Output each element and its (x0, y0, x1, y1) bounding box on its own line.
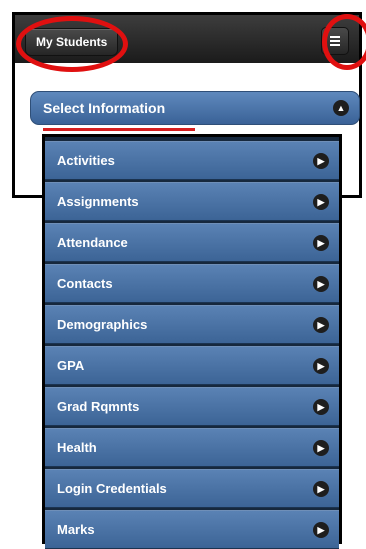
chevron-right-icon: ▶ (313, 522, 329, 538)
menu-button[interactable] (321, 27, 349, 55)
menu-item-login-credentials[interactable]: Login Credentials ▶ (45, 469, 339, 508)
my-students-button[interactable]: My Students (25, 28, 119, 56)
menu-item-label: Grad Rqmnts (57, 399, 140, 414)
select-information-collapsible[interactable]: Select Information ▲ (30, 91, 360, 125)
select-information-label: Select Information (43, 100, 166, 116)
chevron-right-icon: ▶ (313, 481, 329, 497)
menu-item-grad-rqmnts[interactable]: Grad Rqmnts ▶ (45, 387, 339, 426)
select-information-menu: Activities ▶ Assignments ▶ Attendance ▶ … (42, 134, 342, 549)
menu-item-label: GPA (57, 358, 85, 373)
menu-item-label: Activities (57, 153, 115, 168)
chevron-right-icon: ▶ (313, 235, 329, 251)
menu-item-health[interactable]: Health ▶ (45, 428, 339, 467)
annotation-underline (43, 128, 195, 131)
menu-item-label: Marks (57, 522, 95, 537)
menu-item-gpa[interactable]: GPA ▶ (45, 346, 339, 385)
menu-item-assignments[interactable]: Assignments ▶ (45, 182, 339, 221)
menu-item-label: Health (57, 440, 97, 455)
hamburger-menu-icon (330, 36, 340, 46)
app-header: My Students (15, 15, 359, 63)
menu-item-contacts[interactable]: Contacts ▶ (45, 264, 339, 303)
menu-item-label: Login Credentials (57, 481, 167, 496)
menu-item-attendance[interactable]: Attendance ▶ (45, 223, 339, 262)
chevron-right-icon: ▶ (313, 317, 329, 333)
chevron-right-icon: ▶ (313, 440, 329, 456)
chevron-right-icon: ▶ (313, 399, 329, 415)
chevron-right-icon: ▶ (313, 276, 329, 292)
menu-item-label: Demographics (57, 317, 148, 332)
chevron-right-icon: ▶ (313, 153, 329, 169)
menu-item-demographics[interactable]: Demographics ▶ (45, 305, 339, 344)
menu-item-marks[interactable]: Marks ▶ (45, 510, 339, 549)
chevron-right-icon: ▶ (313, 194, 329, 210)
menu-item-label: Assignments (57, 194, 139, 209)
menu-item-label: Contacts (57, 276, 113, 291)
menu-item-activities[interactable]: Activities ▶ (45, 141, 339, 180)
chevron-right-icon: ▶ (313, 358, 329, 374)
chevron-up-icon: ▲ (333, 100, 349, 116)
menu-item-label: Attendance (57, 235, 128, 250)
